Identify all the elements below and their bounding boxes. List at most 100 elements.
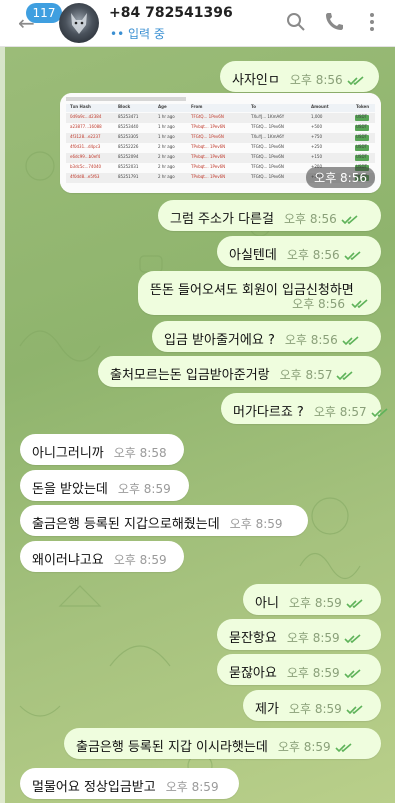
message-out[interactable]: 사자인ㅁ 오후 8:56 [220,61,379,92]
avatar[interactable] [59,3,99,43]
table-cell: TPvbqt... 1Pev6N [191,144,226,149]
table-cell: USDT [356,124,367,129]
message-text: 아니그러니까 [32,446,104,461]
message-time: 오후 8:59 [286,666,340,680]
table-cell: USDT [356,134,367,139]
screenshot-photo-message[interactable]: Txn Hash Block Age From To Amount Token … [60,93,381,193]
table-cell: +250 [311,144,322,149]
double-check-icon [344,633,361,643]
message-time: 오후 8:56 [283,212,337,226]
message-time: 오후 8:57 [279,368,333,382]
double-check-icon [351,299,368,309]
table-cell: TFGtQ... 1Pev6N [251,174,284,179]
message-text: 돈을 받았는데 [32,482,108,497]
table-cell: 85253471 [118,114,139,119]
table-cell: 1 hr ago [158,114,175,119]
message-text: 출금은행 등록된 지갑 이시라햇는데 [76,740,268,755]
table-cell: TFGtQ... 1Pev6N [251,144,284,149]
table-cell: TFGtQ... 1Pev6N [191,114,224,119]
table-cell: TPvbqt... 1Pev6N [191,124,226,129]
table-cell: 2 hr ago [158,164,175,169]
table-cell: USDT [356,114,367,119]
table-header-cell: Block [118,104,131,109]
table-cell: TFGtQ... 1Pev6N [191,134,224,139]
message-time: 오후 8:59 [165,780,219,794]
table-cell: a23877...16088 [70,124,102,129]
message-in[interactable]: 멀물어요 정상입금받고 오후 8:59 [20,768,239,799]
message-text: 왜이러냐고요 [32,553,104,568]
table-row: 4f3128...e2237 85253305 1 hr ago TFGtQ... 1… [66,134,375,144]
search-icon[interactable] [284,10,308,34]
message-text: 묻잔항요 [229,631,277,646]
message-out[interactable]: 출금은행 등록된 지갑 이시라햇는데 오후 8:59 [64,728,381,759]
message-out[interactable]: 그럼 주소가 다른걸 오후 8:56 [158,200,381,231]
table-cell: 0d9a9c...d2384 [70,114,102,119]
table-cell: 4f3128...e2237 [70,134,101,139]
double-check-icon [347,75,364,85]
message-time: 오후 8:56 [289,73,343,87]
message-time: 오후 8:56 [284,333,338,347]
double-check-icon [344,250,361,260]
message-in[interactable]: 왜이러냐고요 오후 8:59 [20,541,184,572]
table-cell: TFGtQ... 1Pev6N [251,154,284,159]
table-cell: TFGtQ... 1Pev6N [251,124,284,129]
table-cell: 2 hr ago [158,154,175,159]
message-out[interactable]: 제가 오후 8:59 [243,690,381,721]
message-text: 출금은행 등록된 지갑으로해줬는데 [32,517,220,532]
message-out[interactable]: 묻잔항요 오후 8:59 [217,619,381,650]
table-cell: TXuYJ... 1KmA6Y [251,114,285,119]
message-time: 오후 8:57 [313,405,367,419]
message-in[interactable]: 아니그러니까 오후 8:58 [20,434,184,465]
message-text: 아니 [255,596,279,611]
table-cell: 2 hr ago [158,144,175,149]
table-cell: 1,000 [311,114,323,119]
message-time: 오후 8:59 [229,517,283,531]
message-out[interactable]: 출처모르는돈 입금받아준거랑 오후 8:57 [98,356,381,387]
double-check-icon [371,407,388,417]
chat-header: ← 117 +84 782541396 •• 입력 중 [0,0,395,47]
contact-name[interactable]: +84 782541396 [109,5,233,21]
table-cell: 85252031 [118,164,139,169]
table-cell: USDT [356,154,367,159]
message-time: 오후 8:59 [277,740,331,754]
message-out[interactable]: 입금 받아줄거에요 ? 오후 8:56 [152,321,381,352]
message-in[interactable]: 돈을 받았는데 오후 8:59 [20,470,189,501]
table-cell: 4f0d31...d4pc3 [70,144,101,149]
table-cell: 1 hr ago [158,134,175,139]
table-cell: TPvbqt... 1Pev6N [191,154,226,159]
message-out[interactable]: 아니 오후 8:59 [243,584,381,615]
message-in[interactable]: 출금은행 등록된 지갑으로해줬는데 오후 8:59 [20,505,308,536]
message-time: 오후 8:59 [113,553,167,567]
message-text: 묻잖아요 [229,666,277,681]
message-text: 머가다르죠 ? [233,405,304,420]
table-cell: +150 [311,154,322,159]
table-cell: 85253305 [118,134,139,139]
message-time: 오후 8:59 [288,702,342,716]
message-text: 제가 [255,702,279,717]
more-vertical-icon[interactable] [360,10,384,34]
table-cell: +500 [311,124,322,129]
table-cell: 85252094 [118,154,139,159]
table-cell: e6dc99...b0ef4 [70,154,101,159]
phone-icon[interactable] [322,10,346,34]
table-cell: TPvbqt... 1Pev6N [191,174,226,179]
message-text: 출처모르는돈 입금받아준거랑 [110,368,270,383]
table-row: 0d9a9c...d2384 85253471 1 hr ago TFGtQ... 1… [66,114,375,124]
table-cell: 85251791 [118,174,139,179]
message-out[interactable]: 묻잖아요 오후 8:59 [217,654,381,685]
message-out[interactable]: 아실텐데 오후 8:56 [217,236,381,267]
message-time: 오후 8:56 [286,248,340,262]
table-cell: 85253440 [118,124,139,129]
message-text: 사자인ㅁ [232,73,280,88]
message-text: 아실텐데 [229,248,277,263]
table-cell: 85252226 [118,144,139,149]
table-cell: TPvbqt... 1Pev6N [191,164,226,169]
photo-time: 오후 8:56 [306,167,375,188]
table-cell: USDT [356,144,367,149]
message-out[interactable]: 머가다르죠 ? 오후 8:57 [221,393,388,424]
double-check-icon [342,335,359,345]
double-check-icon [346,598,363,608]
double-check-icon [344,668,361,678]
message-out[interactable]: 뜬돈 들어오셔도 회원이 입금신청하면 오후 8:56 [138,271,381,315]
table-row: a23877...16088 85253440 1 hr ago TPvbqt... … [66,124,375,134]
